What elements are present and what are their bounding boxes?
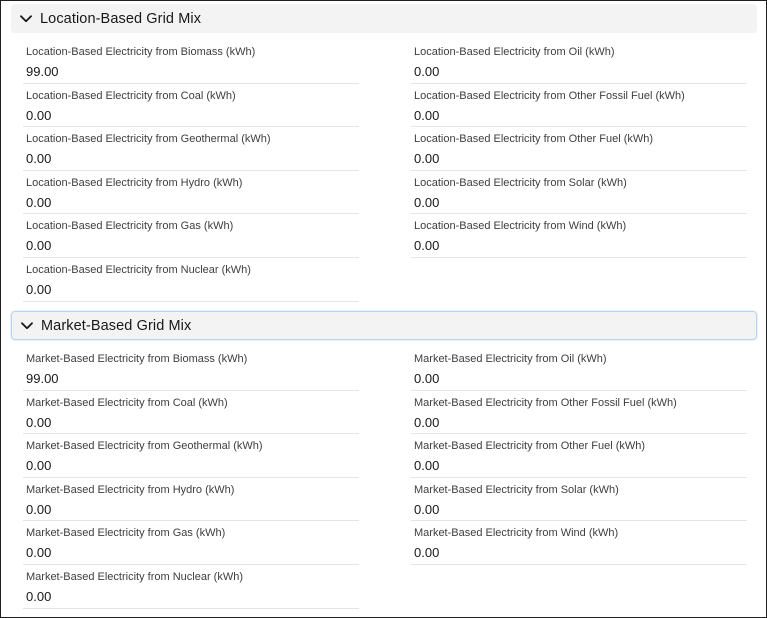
field-market-biomass: Market-Based Electricity from Biomass (k… — [23, 347, 359, 391]
field-column-right: Market-Based Electricity from Oil (kWh) … — [411, 347, 747, 565]
field-value: 0.00 — [414, 414, 440, 430]
field-label: Location-Based Electricity from Geotherm… — [26, 133, 271, 146]
chevron-down-icon[interactable] — [20, 319, 34, 333]
field-market-gas: Market-Based Electricity from Gas (kWh) … — [23, 521, 359, 565]
field-value: 0.00 — [414, 458, 440, 474]
section-title: Market-Based Grid Mix — [41, 317, 192, 334]
field-market-coal: Market-Based Electricity from Coal (kWh)… — [23, 391, 359, 435]
field-value: 0.00 — [26, 458, 52, 474]
field-label: Market-Based Electricity from Nuclear (k… — [26, 570, 243, 583]
field-market-nuclear: Market-Based Electricity from Nuclear (k… — [23, 565, 359, 609]
field-value: 0.00 — [414, 501, 440, 517]
field-location-other-fossil-fuel: Location-Based Electricity from Other Fo… — [411, 84, 747, 128]
field-label: Market-Based Electricity from Other Fuel… — [414, 440, 646, 453]
field-label: Market-Based Electricity from Geothermal… — [26, 440, 263, 453]
section-header-location-based-grid-mix[interactable]: Location-Based Grid Mix — [11, 4, 757, 33]
field-value: 0.00 — [414, 238, 440, 254]
field-value: 0.00 — [414, 64, 440, 79]
field-value: 0.00 — [26, 194, 52, 210]
field-location-solar: Location-Based Electricity from Solar (k… — [411, 171, 747, 215]
section-title: Location-Based Grid Mix — [40, 10, 202, 27]
field-market-hydro: Market-Based Electricity from Hydro (kWh… — [23, 478, 359, 522]
section-header-market-based-grid-mix[interactable]: Market-Based Grid Mix — [11, 311, 757, 340]
field-value: 0.00 — [26, 501, 52, 517]
field-label: Location-Based Electricity from Biomass … — [26, 46, 256, 58]
field-label: Market-Based Electricity from Other Foss… — [414, 396, 677, 409]
field-column-left: Location-Based Electricity from Biomass … — [23, 40, 359, 302]
field-label: Location-Based Electricity from Coal (kW… — [26, 89, 236, 102]
field-label: Location-Based Electricity from Gas (kWh… — [26, 220, 234, 233]
field-value: 99.00 — [26, 371, 59, 386]
field-location-geothermal: Location-Based Electricity from Geotherm… — [23, 127, 359, 171]
field-label: Location-Based Electricity from Oil (kWh… — [414, 46, 615, 58]
field-label: Location-Based Electricity from Wind (kW… — [414, 220, 627, 233]
field-value: 0.00 — [26, 238, 52, 254]
field-location-coal: Location-Based Electricity from Coal (kW… — [23, 84, 359, 128]
field-value: 0.00 — [414, 371, 440, 386]
field-value: 0.00 — [414, 545, 440, 561]
field-location-wind: Location-Based Electricity from Wind (kW… — [411, 214, 747, 258]
field-value: 0.00 — [26, 151, 52, 167]
field-label: Location-Based Electricity from Nuclear … — [26, 263, 251, 276]
field-location-oil: Location-Based Electricity from Oil (kWh… — [411, 40, 747, 84]
field-location-nuclear: Location-Based Electricity from Nuclear … — [23, 258, 359, 302]
field-label: Market-Based Electricity from Biomass (k… — [26, 353, 248, 365]
record-detail-panel: Location-Based Grid Mix Location-Based E… — [0, 0, 767, 618]
field-market-other-fossil-fuel: Market-Based Electricity from Other Foss… — [411, 391, 747, 435]
field-label: Market-Based Electricity from Solar (kWh… — [414, 483, 619, 496]
field-market-wind: Market-Based Electricity from Wind (kWh)… — [411, 521, 747, 565]
field-value: 0.00 — [26, 107, 52, 123]
field-location-gas: Location-Based Electricity from Gas (kWh… — [23, 214, 359, 258]
field-value: 0.00 — [26, 588, 52, 604]
field-location-other-fuel: Location-Based Electricity from Other Fu… — [411, 127, 747, 171]
chevron-down-icon[interactable] — [19, 12, 33, 26]
field-value: 0.00 — [414, 194, 440, 210]
field-label: Market-Based Electricity from Gas (kWh) — [26, 527, 226, 540]
field-column-right: Location-Based Electricity from Oil (kWh… — [411, 40, 747, 258]
field-label: Market-Based Electricity from Hydro (kWh… — [26, 483, 235, 496]
field-value: 0.00 — [26, 281, 52, 297]
field-market-solar: Market-Based Electricity from Solar (kWh… — [411, 478, 747, 522]
field-value: 0.00 — [414, 107, 440, 123]
field-value: 99.00 — [26, 64, 59, 79]
field-label: Market-Based Electricity from Oil (kWh) — [414, 353, 607, 365]
field-label: Location-Based Electricity from Other Fu… — [414, 133, 654, 146]
field-location-biomass: Location-Based Electricity from Biomass … — [23, 40, 359, 84]
field-market-geothermal: Market-Based Electricity from Geothermal… — [23, 434, 359, 478]
field-value: 0.00 — [26, 414, 52, 430]
field-label: Location-Based Electricity from Solar (k… — [414, 176, 627, 189]
field-value: 0.00 — [26, 545, 52, 561]
field-label: Market-Based Electricity from Wind (kWh) — [414, 527, 619, 540]
field-label: Location-Based Electricity from Other Fo… — [414, 89, 685, 102]
field-location-hydro: Location-Based Electricity from Hydro (k… — [23, 171, 359, 215]
field-label: Market-Based Electricity from Coal (kWh) — [26, 396, 228, 409]
field-market-oil: Market-Based Electricity from Oil (kWh) … — [411, 347, 747, 391]
field-label: Location-Based Electricity from Hydro (k… — [26, 176, 243, 189]
field-column-left: Market-Based Electricity from Biomass (k… — [23, 347, 359, 609]
field-value: 0.00 — [414, 151, 440, 167]
field-market-other-fuel: Market-Based Electricity from Other Fuel… — [411, 434, 747, 478]
